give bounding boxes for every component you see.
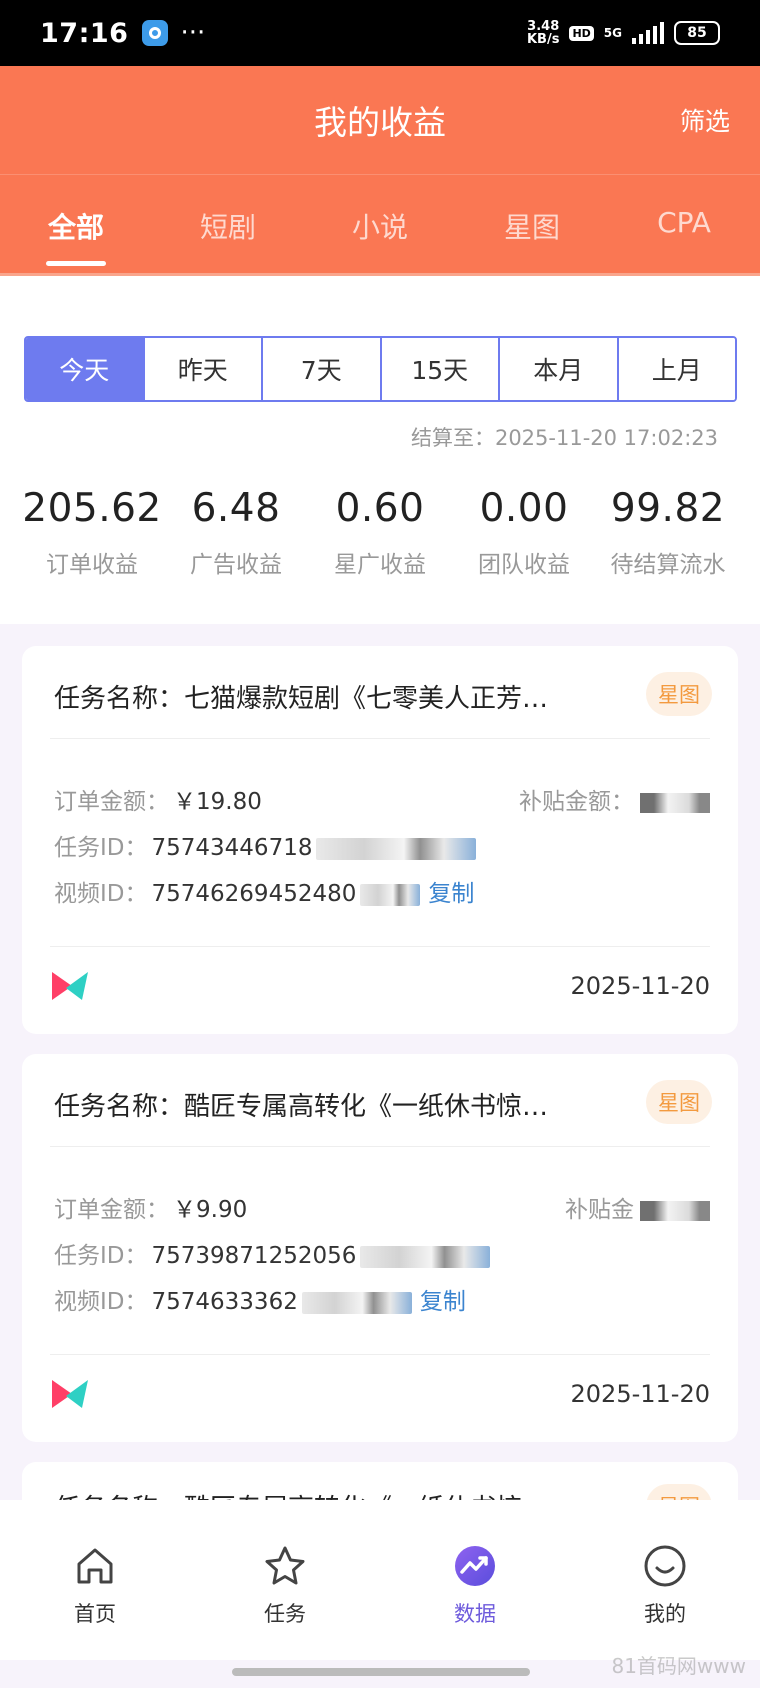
redacted-value — [360, 1245, 491, 1268]
hd-badge: HD — [569, 25, 594, 41]
nav-mine[interactable]: 我的 — [570, 1500, 760, 1660]
category-tabs: 全部 短剧 小说 星图 CPA — [0, 206, 760, 266]
task-name: 任务名称：酷匠专属高转化《一纸休书惊… — [54, 1092, 549, 1122]
header: 我的收益 筛选 全部 短剧 小说 星图 CPA — [0, 66, 760, 276]
stats-row: 205.62 订单收益 6.48 广告收益 0.60 星广收益 0.00 团队收… — [20, 486, 740, 579]
redacted-value — [316, 837, 477, 860]
copy-button[interactable]: 复制 — [428, 881, 474, 907]
redacted-value — [301, 1291, 412, 1314]
status-bar: 17:16 ··· 3.48 KB/s HD 5G 85 — [0, 0, 760, 66]
platform-tag: 星图 — [646, 672, 712, 716]
period-selector: 今天 昨天 7天 15天 本月 上月 — [24, 336, 737, 402]
period-yesterday[interactable]: 昨天 — [142, 338, 261, 400]
tab-cpa[interactable]: CPA — [608, 206, 760, 262]
nav-home[interactable]: 首页 — [0, 1500, 190, 1660]
settlement-time: 结算至：2025-11-20 17:02:23 — [410, 426, 718, 450]
smile-icon — [644, 1545, 686, 1587]
tab-short-drama[interactable]: 短剧 — [152, 206, 304, 262]
copy-button[interactable]: 复制 — [420, 1289, 466, 1315]
period-last-month[interactable]: 上月 — [616, 338, 735, 400]
status-time: 17:16 — [40, 17, 129, 49]
order-amount: ￥19.80 — [173, 789, 262, 815]
stat-team-earnings: 0.00 团队收益 — [478, 486, 570, 578]
redacted-value — [640, 792, 710, 813]
star-icon — [265, 1546, 305, 1585]
network-speed: 3.48 KB/s — [526, 19, 560, 47]
task-id: 75739871252056 — [151, 1243, 357, 1269]
task-id: 75743446718 — [151, 835, 313, 861]
task-name: 任务名称：七猫爆款短剧《七零美人正芳… — [54, 684, 549, 714]
watermark: 81首码网www — [611, 1654, 746, 1678]
tab-all[interactable]: 全部 — [0, 206, 152, 266]
battery-icon: 85 — [674, 21, 720, 45]
period-7-days[interactable]: 7天 — [261, 338, 380, 400]
platform-tag: 星图 — [646, 1080, 712, 1124]
video-id-row: 视频ID： 75746269452480 复制 — [54, 881, 475, 907]
subsidy-row: 补贴金额： — [519, 782, 710, 816]
filter-button[interactable]: 筛选 — [680, 102, 730, 138]
xingtu-logo-icon — [52, 972, 88, 1000]
subsidy-row: 补贴金 — [565, 1190, 710, 1224]
period-today[interactable]: 今天 — [26, 338, 143, 400]
stat-star-ad-earnings: 0.60 星广收益 — [334, 486, 426, 578]
chart-icon — [455, 1546, 495, 1586]
task-card[interactable]: 任务名称：酷匠专属高转化《一纸休书惊… 星图 订单金额： ￥9.90 补贴金 任务… — [22, 1054, 738, 1442]
order-date: 2025-11-20 — [570, 1380, 710, 1408]
order-amount: ￥9.90 — [173, 1197, 248, 1223]
period-this-month[interactable]: 本月 — [498, 338, 617, 400]
order-amount-row: 订单金额： ￥19.80 — [54, 789, 262, 815]
home-indicator[interactable] — [232, 1668, 530, 1676]
tab-xingtu[interactable]: 星图 — [456, 206, 608, 262]
redacted-value — [360, 883, 421, 906]
period-15-days[interactable]: 15天 — [379, 338, 498, 400]
signal-icon — [632, 22, 664, 44]
page-title: 我的收益 — [314, 103, 446, 142]
task-id-row: 任务ID： 75739871252056 — [54, 1236, 491, 1270]
stat-ad-earnings: 6.48 广告收益 — [190, 486, 282, 578]
more-notifications-icon: ··· — [180, 18, 206, 48]
home-icon — [77, 1548, 113, 1584]
video-id: 7574633362 — [151, 1289, 298, 1315]
redacted-value — [640, 1200, 710, 1221]
order-date: 2025-11-20 — [570, 972, 710, 1000]
task-id-row: 任务ID： 75743446718 — [54, 828, 477, 862]
video-id-row: 视频ID： 7574633362 复制 — [54, 1289, 466, 1315]
xingtu-logo-icon — [52, 1380, 88, 1408]
stat-pending-flow: 99.82 待结算流水 — [610, 486, 726, 578]
task-card[interactable]: 任务名称：七猫爆款短剧《七零美人正芳… 星图 订单金额： ￥19.80 补贴金额：… — [22, 646, 738, 1034]
bottom-navigation: 首页 任务 数据 我的 — [0, 1500, 760, 1660]
nav-data[interactable]: 数据 — [380, 1500, 570, 1660]
network-type: 5G — [603, 26, 622, 40]
order-amount-row: 订单金额： ￥9.90 — [54, 1197, 248, 1223]
notification-app-icon — [142, 20, 169, 46]
tab-novel[interactable]: 小说 — [304, 206, 456, 262]
nav-tasks[interactable]: 任务 — [190, 1500, 380, 1660]
video-id: 75746269452480 — [151, 881, 357, 907]
stat-order-earnings: 205.62 订单收益 — [22, 486, 162, 578]
earnings-summary: 今天 昨天 7天 15天 本月 上月 结算至：2025-11-20 17:02:… — [0, 276, 760, 624]
